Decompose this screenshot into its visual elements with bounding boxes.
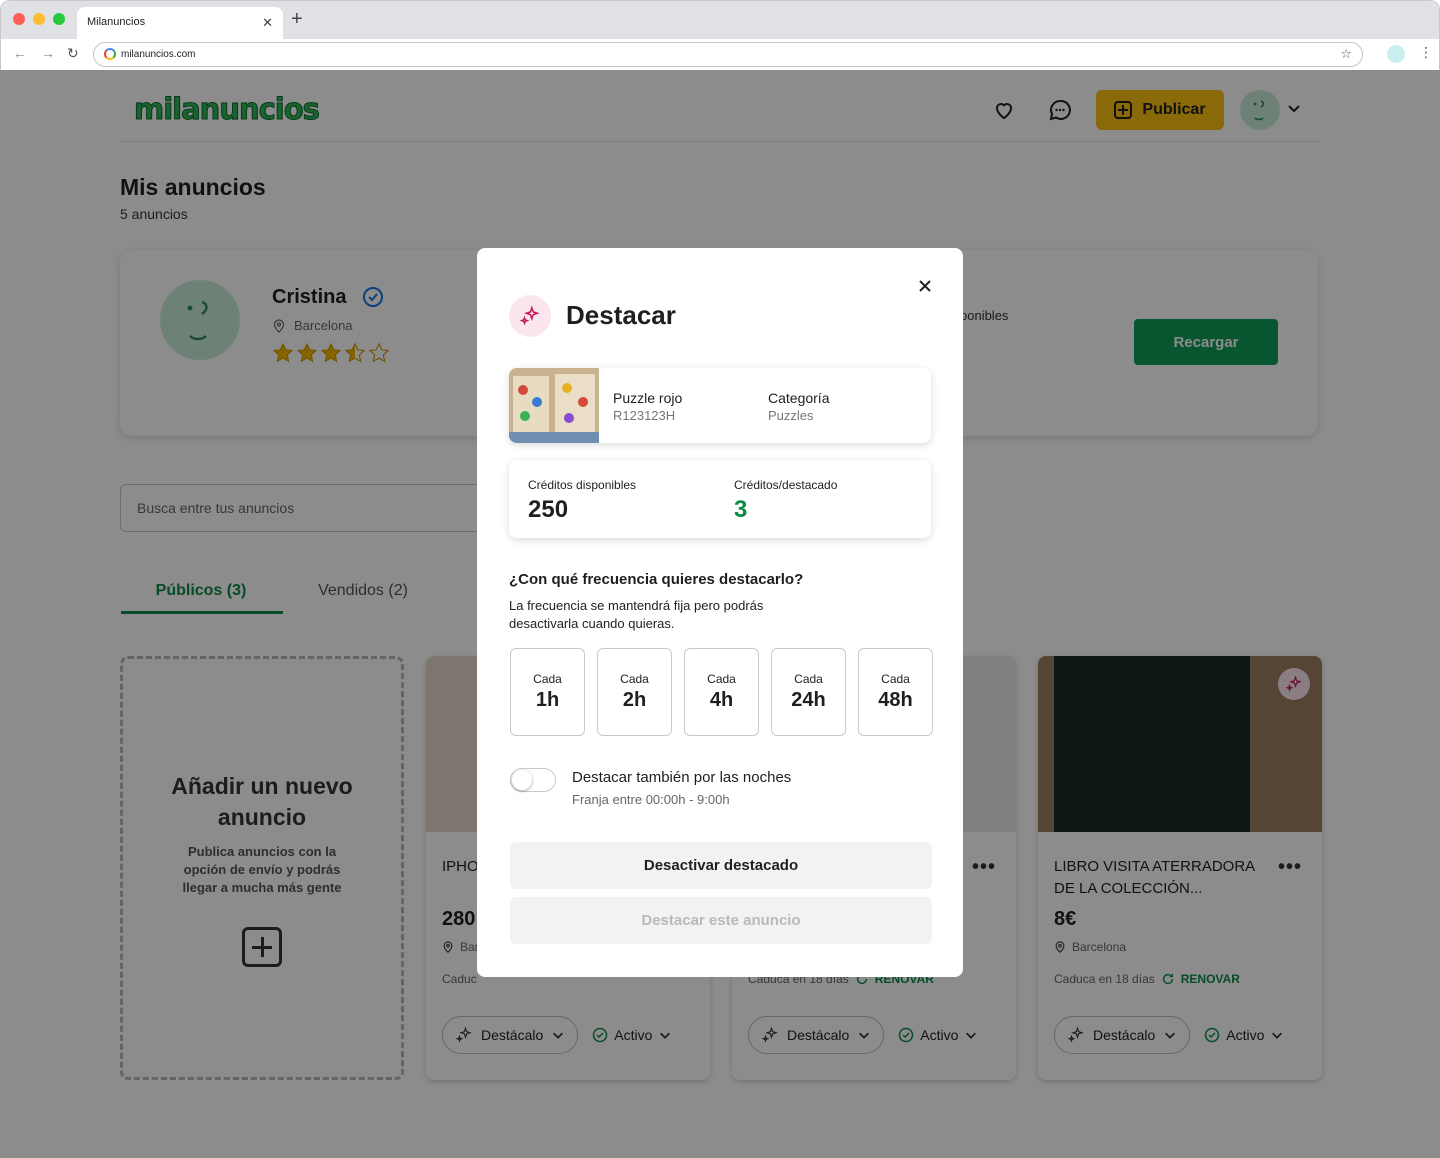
frequency-option-24h[interactable]: Cada 24h [771,648,846,736]
frequency-option-2h[interactable]: Cada 2h [597,648,672,736]
window-controls [13,13,65,25]
category-label: Categoría [768,390,830,406]
frequency-value: 48h [878,689,913,711]
frequency-value: 1h [535,689,560,711]
reload-icon[interactable]: ↻ [67,45,79,62]
bookmark-star-icon[interactable]: ☆ [1340,46,1352,62]
browser-tab[interactable]: Milanuncios ✕ [77,7,283,39]
frequency-option-4h[interactable]: Cada 4h [684,648,759,736]
credits-per-feature-value: 3 [734,496,748,523]
credits-per-feature-label: Créditos/destacado [734,478,838,492]
url-text: milanuncios.com [121,49,196,60]
forward-icon[interactable]: → [41,45,55,61]
frequency-description: La frecuencia se mantendrá fija pero pod… [509,598,764,631]
frequency-question: ¿Con qué frecuencia quieres destacarlo? [509,571,804,588]
deactivate-feature-button[interactable]: Desactivar destacado [510,842,932,889]
credits-summary: Créditos disponibles 250 Créditos/destac… [509,460,931,538]
frequency-prefix: Cada [794,672,823,686]
frequency-prefix: Cada [881,672,910,686]
frequency-option-48h[interactable]: Cada 48h [858,648,933,736]
night-toggle-label: Destacar también por las noches [572,769,792,786]
frequency-option-1h[interactable]: Cada 1h [510,648,585,736]
tab-bar: Milanuncios ✕ + [1,1,1439,39]
frequency-prefix: Cada [533,672,562,686]
product-name: Puzzle rojo [613,390,683,406]
available-credits-value: 250 [528,496,569,523]
feature-modal: Destacar Puzzle rojo R123123H Categoría … [477,248,963,977]
feature-ad-button[interactable]: Destacar este anuncio [510,897,932,944]
puzzle-image-icon [509,368,599,443]
sparkle-icon [509,295,551,337]
minimize-window-button[interactable] [33,13,45,25]
browser-tab-title: Milanuncios [87,16,146,28]
close-tab-icon[interactable]: ✕ [262,15,273,31]
new-tab-icon[interactable]: + [291,9,303,29]
product-summary: Puzzle rojo R123123H Categoría Puzzles [509,368,931,443]
category-value: Puzzles [768,408,814,423]
product-thumbnail [509,368,599,443]
frequency-value: 24h [791,689,826,711]
address-bar[interactable]: milanuncios.com ☆ [93,42,1363,67]
frequency-options: Cada 1h Cada 2h Cada 4h Cada 24h Cada 48… [510,648,933,736]
available-credits-label: Créditos disponibles [528,478,637,492]
browser-menu-icon[interactable]: ⋮ [1419,44,1433,61]
close-window-button[interactable] [13,13,25,25]
maximize-window-button[interactable] [53,13,65,25]
night-toggle[interactable] [510,768,556,792]
frequency-prefix: Cada [620,672,649,686]
night-toggle-sublabel: Franja entre 00:00h - 9:00h [572,792,730,807]
product-reference: R123123H [613,408,676,423]
back-icon[interactable]: ← [13,45,27,61]
modal-title: Destacar [566,300,676,330]
close-icon[interactable] [915,276,935,296]
google-icon [104,48,116,60]
toggle-knob [512,770,532,790]
sparkle-glyph [519,305,540,326]
browser-profile-icon[interactable] [1387,45,1405,63]
frequency-prefix: Cada [707,672,736,686]
frequency-value: 4h [709,689,734,711]
browser-toolbar: ← → ↻ milanuncios.com ☆ ⋮ [1,39,1439,71]
frequency-value: 2h [622,689,647,711]
